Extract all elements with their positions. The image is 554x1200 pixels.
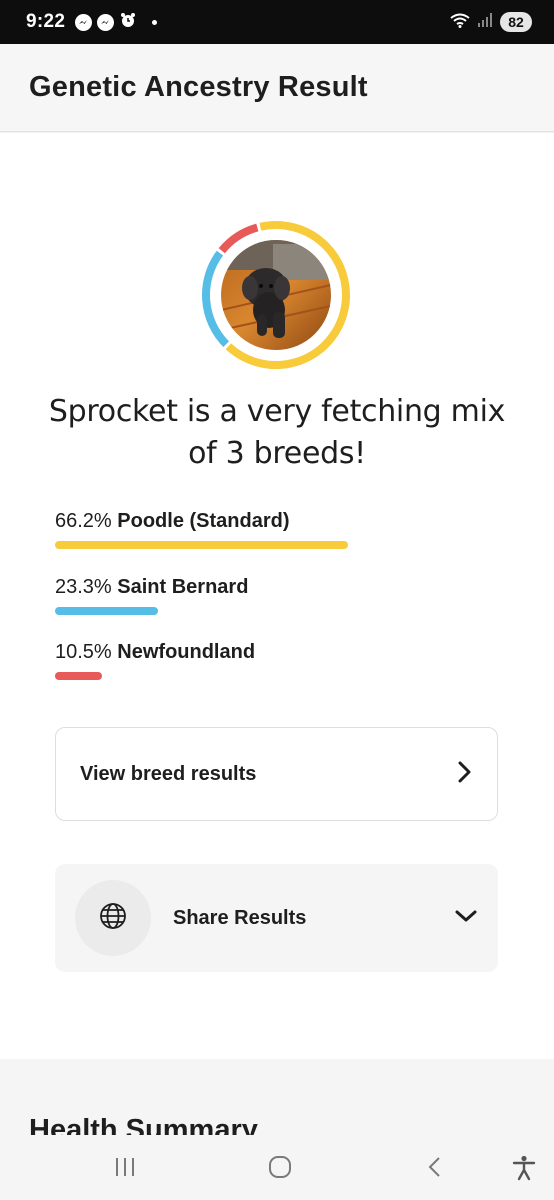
health-summary-section: Health Summary: [0, 1059, 554, 1135]
app-header: Genetic Ancestry Result: [0, 44, 554, 132]
messenger-icon: [97, 13, 115, 31]
ancestry-result-card: Sprocket is a very fetching mix of 3 bre…: [0, 133, 554, 1059]
breed-label: 66.2% Poodle (Standard): [55, 510, 505, 533]
notification-icons: [75, 11, 158, 34]
view-breed-results-label: View breed results: [80, 762, 257, 785]
accessibility-icon[interactable]: [512, 1155, 536, 1186]
system-nav-bar: [0, 1135, 554, 1200]
signal-icon: [477, 12, 493, 33]
status-time: 9:22: [26, 11, 66, 32]
chevron-down-icon: [454, 908, 478, 929]
breed-name: Saint Bernard: [117, 576, 249, 598]
status-right: 82: [450, 12, 532, 33]
view-breed-results-button[interactable]: View breed results: [55, 727, 498, 821]
messenger-icon: [75, 13, 93, 31]
breed-row-newfoundland: 10.5% Newfoundland: [55, 641, 505, 680]
breed-label: 23.3% Saint Bernard: [55, 576, 505, 599]
breed-name: Poodle (Standard): [117, 510, 290, 532]
chevron-right-icon: [457, 760, 473, 789]
recents-icon[interactable]: [113, 1155, 137, 1184]
globe-icon-badge: [75, 880, 151, 956]
more-notifications-dot: [152, 19, 158, 25]
health-summary-title: Health Summary: [29, 1114, 258, 1135]
breed-percentage-bar: [55, 607, 159, 615]
home-icon[interactable]: [268, 1155, 292, 1184]
back-icon[interactable]: [424, 1155, 448, 1184]
breed-percent: 10.5%: [55, 641, 112, 663]
alarm-icon: [119, 11, 137, 34]
breed-percent: 66.2%: [55, 510, 112, 532]
status-bar: 9:22 82: [0, 0, 554, 44]
page-title: Genetic Ancestry Result: [29, 71, 368, 103]
breed-row-saint-bernard: 23.3% Saint Bernard: [55, 576, 505, 615]
dog-photo: [221, 240, 331, 350]
breed-ring-avatar: [200, 219, 352, 371]
share-results-toggle[interactable]: Share Results: [55, 864, 498, 972]
ancestry-headline: Sprocket is a very fetching mix of 3 bre…: [48, 394, 506, 471]
breed-row-poodle: 66.2% Poodle (Standard): [55, 510, 505, 549]
breed-label: 10.5% Newfoundland: [55, 641, 505, 664]
battery-indicator: 82: [500, 12, 532, 32]
wifi-icon: [450, 12, 470, 33]
breed-percentage-bar: [55, 541, 349, 549]
share-results-label: Share Results: [173, 906, 307, 929]
breed-percent: 23.3%: [55, 576, 112, 598]
breed-name: Newfoundland: [117, 641, 256, 663]
breed-percentage-bar: [55, 672, 102, 680]
globe-icon: [98, 901, 128, 936]
